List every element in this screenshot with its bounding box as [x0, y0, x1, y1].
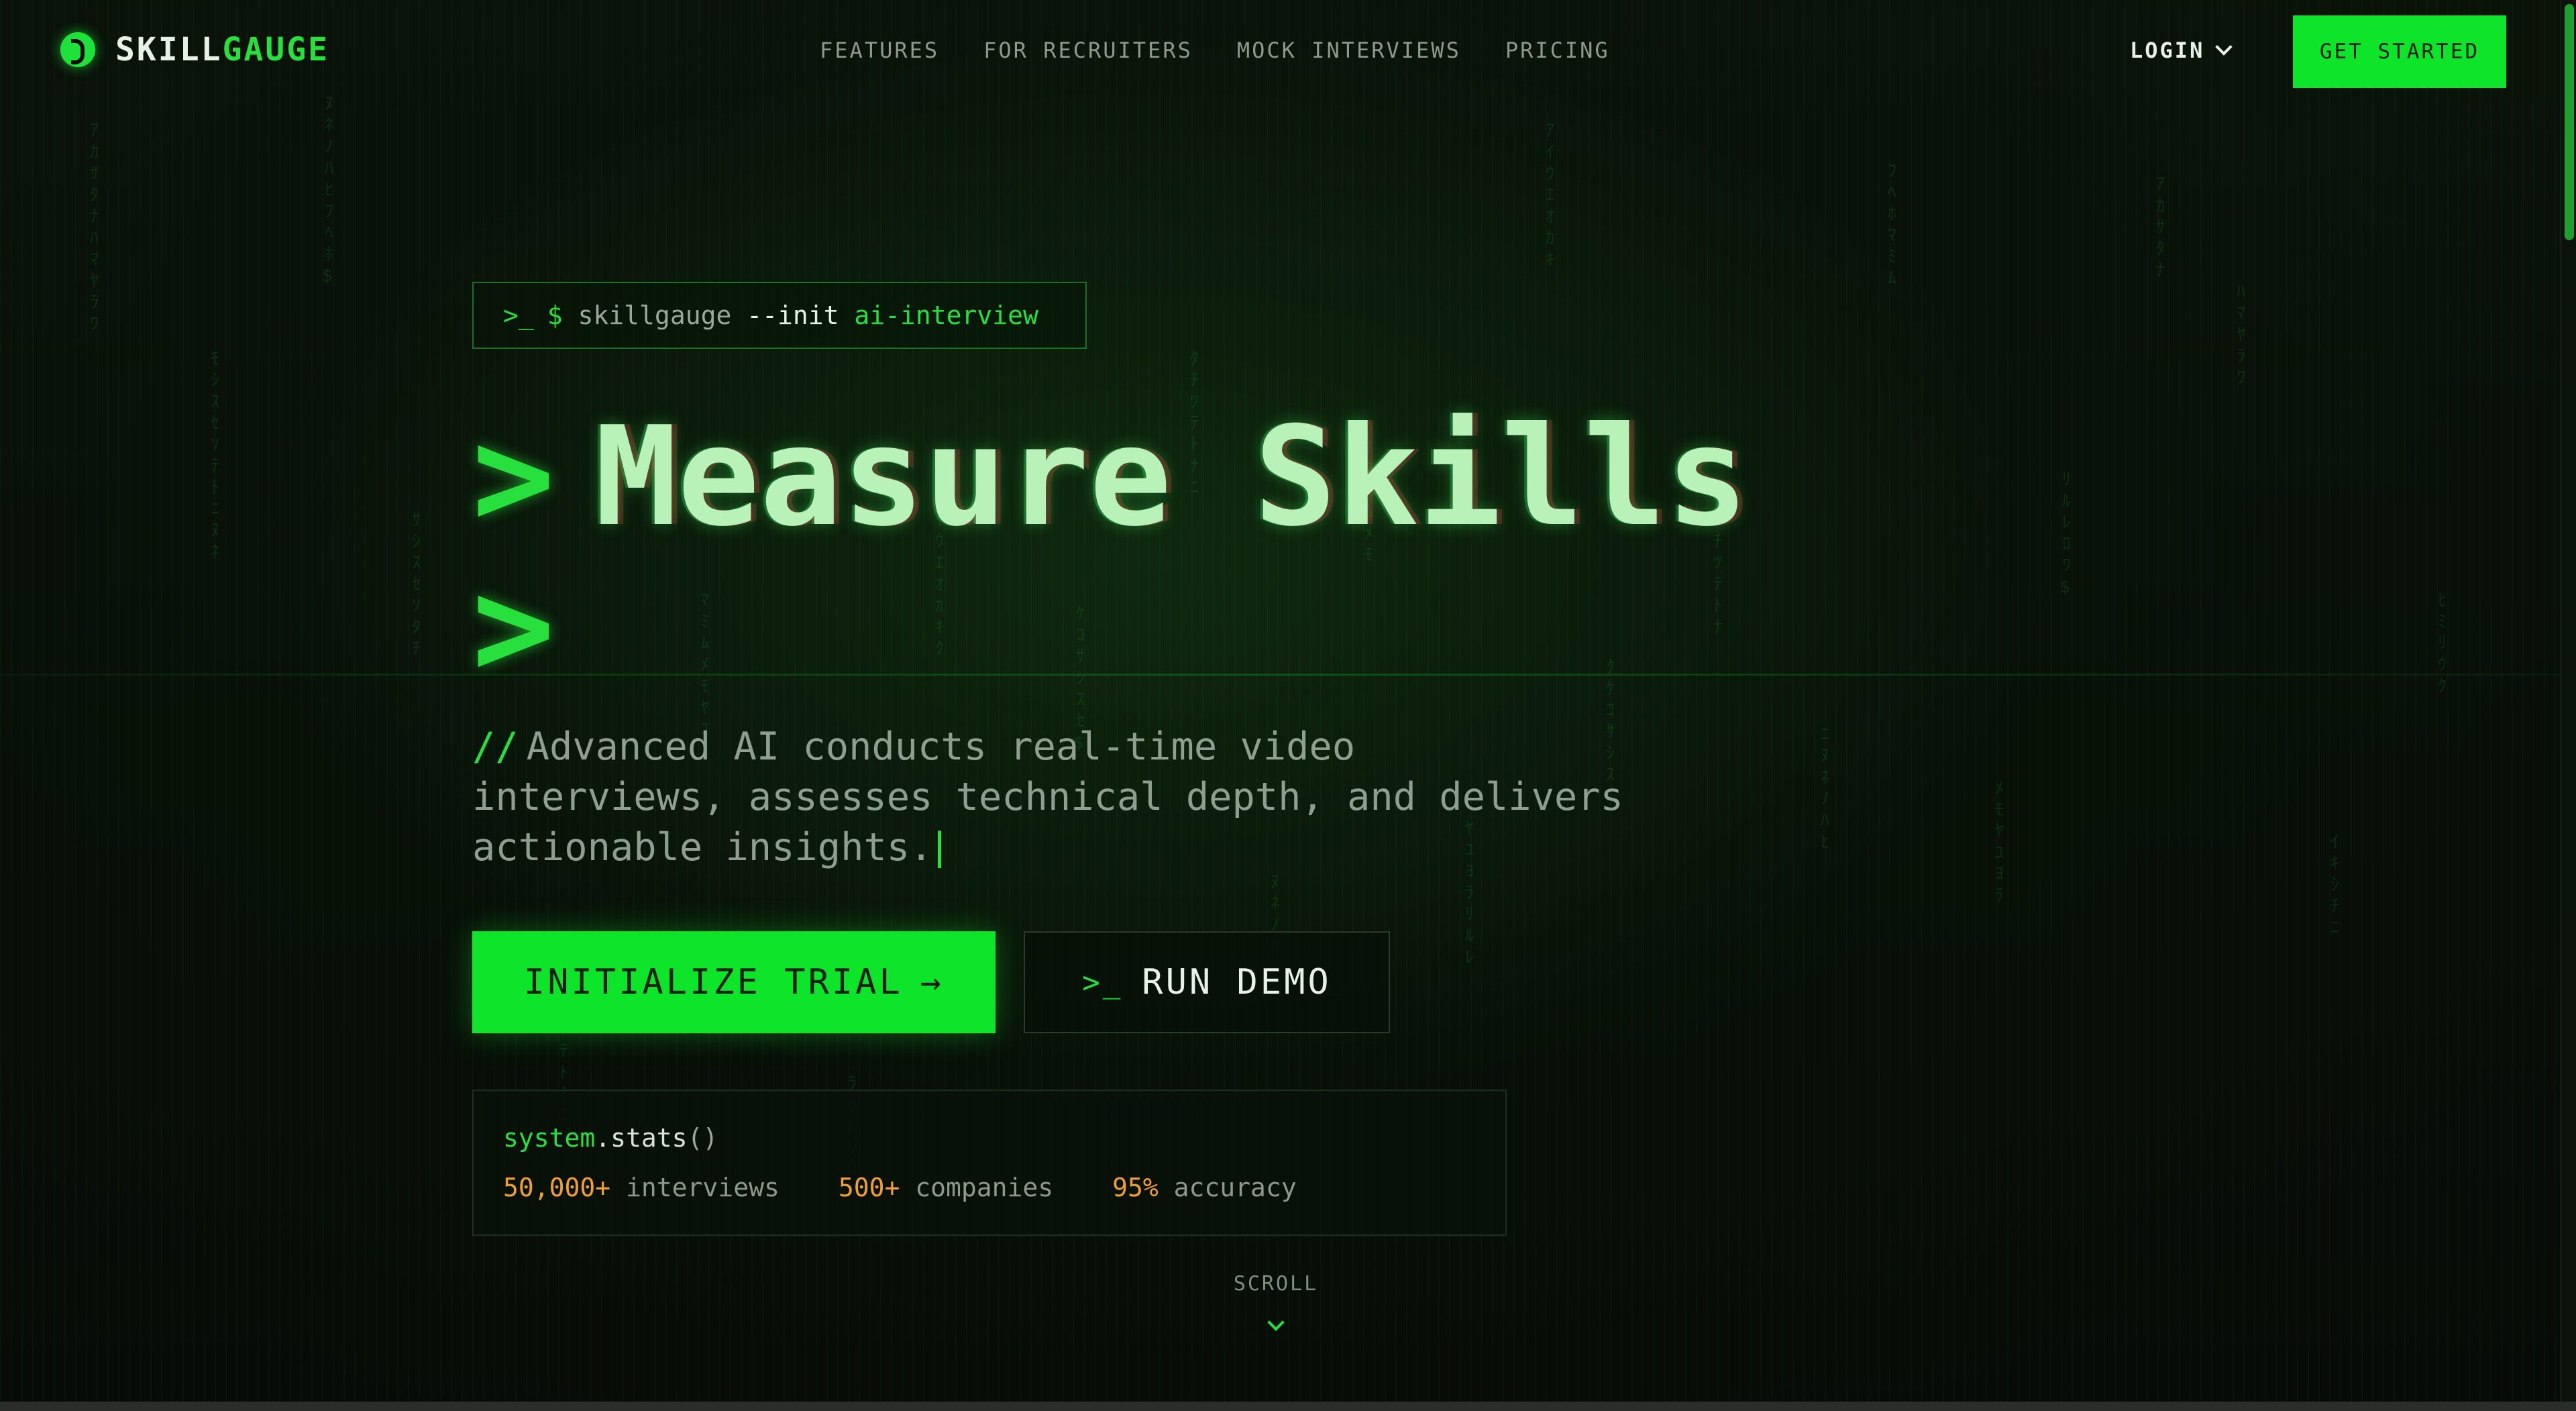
nav-link-mock-interviews[interactable]: MOCK INTERVIEWS — [1237, 38, 1461, 63]
terminal-icon: >_ — [1082, 965, 1124, 1000]
stat-value: 95% — [1112, 1173, 1159, 1202]
stats-dot: . — [595, 1123, 611, 1153]
login-dropdown[interactable]: LOGIN — [2130, 38, 2233, 63]
subtitle-comment-prefix: // — [472, 725, 519, 769]
nav-link-pricing[interactable]: PRICING — [1505, 38, 1610, 63]
top-navigation: SKILLGAUGE FEATURES FOR RECRUITERS MOCK … — [0, 0, 2560, 101]
page-scrollbar[interactable] — [2560, 0, 2576, 1411]
get-started-button[interactable]: GET STARTED — [2293, 15, 2506, 88]
stats-row: 50,000+ interviews 500+ companies 95% ac… — [503, 1173, 1476, 1202]
stats-parens: () — [687, 1123, 718, 1153]
brand-name-accent: GAUGE — [222, 31, 329, 68]
stat-label: interviews — [626, 1173, 780, 1202]
stats-object: system — [503, 1123, 596, 1153]
hero-subtitle: //Advanced AI conducts real-time video i… — [472, 722, 1626, 873]
subtitle-text: Advanced AI conducts real-time video int… — [472, 725, 1623, 870]
scrollbar-thumb[interactable] — [2565, 4, 2574, 240]
stat-companies: 500+ companies — [839, 1173, 1053, 1202]
logo-icon — [60, 32, 95, 67]
brand-name: SKILLGAUGE — [115, 31, 329, 68]
text-cursor — [938, 831, 942, 869]
system-stats-panel: system.stats() 50,000+ interviews 500+ c… — [472, 1090, 1507, 1236]
run-demo-label: RUN DEMO — [1142, 962, 1332, 1002]
initialize-trial-label: INITIALIZE TRIAL — [523, 962, 903, 1002]
stat-label: accuracy — [1173, 1173, 1297, 1202]
terminal-icon: >_ — [503, 301, 534, 330]
initialize-trial-button[interactable]: INITIALIZE TRIAL → — [472, 931, 996, 1033]
login-label: LOGIN — [2130, 38, 2205, 63]
brand-logo[interactable]: SKILLGAUGE — [60, 31, 329, 68]
stat-label: companies — [915, 1173, 1054, 1202]
headline-text: Measure Skills — [594, 398, 1749, 557]
command-line-badge: >_ $ skillgauge --init ai-interview — [472, 282, 1087, 349]
nav-link-for-recruiters[interactable]: FOR RECRUITERS — [983, 38, 1193, 63]
hero-headline: > Measure Skills > — [472, 403, 1748, 703]
brand-name-main: SKILL — [115, 31, 223, 68]
nav-link-features[interactable]: FEATURES — [820, 38, 939, 63]
page: ｱｶｻﾀﾅﾊﾏﾔﾗﾜ ﾓｼｽｾｿﾃﾄﾆﾇﾈ ﾇﾈﾉﾊﾋﾌﾍﾎ$ ｻｼｽｾｿﾀﾁ … — [0, 0, 2576, 1411]
command-flag: --init — [747, 301, 839, 330]
chevron-down-icon[interactable] — [1267, 1314, 1285, 1331]
stat-value: 500+ — [838, 1173, 900, 1202]
command-argument: ai-interview — [854, 301, 1038, 330]
stat-interviews: 50,000+ interviews — [503, 1173, 780, 1202]
chevron-down-icon — [2215, 38, 2233, 56]
command-dollar: $ — [547, 301, 563, 330]
stat-accuracy: 95% accuracy — [1112, 1173, 1297, 1202]
window-bottom-edge — [0, 1402, 2576, 1411]
arrow-right-icon: → — [920, 962, 945, 1002]
stat-value: 50,000+ — [503, 1173, 611, 1202]
stats-method: stats — [610, 1123, 688, 1153]
headline-prompt-line2: > — [472, 548, 555, 707]
run-demo-button[interactable]: >_ RUN DEMO — [1024, 931, 1390, 1033]
headline-prompt: > — [472, 398, 555, 557]
scroll-label[interactable]: SCROLL — [1232, 1272, 1320, 1296]
stats-header: system.stats() — [503, 1123, 1476, 1153]
nav-links: FEATURES FOR RECRUITERS MOCK INTERVIEWS … — [820, 38, 1610, 63]
command-program: skillgauge — [578, 301, 732, 330]
